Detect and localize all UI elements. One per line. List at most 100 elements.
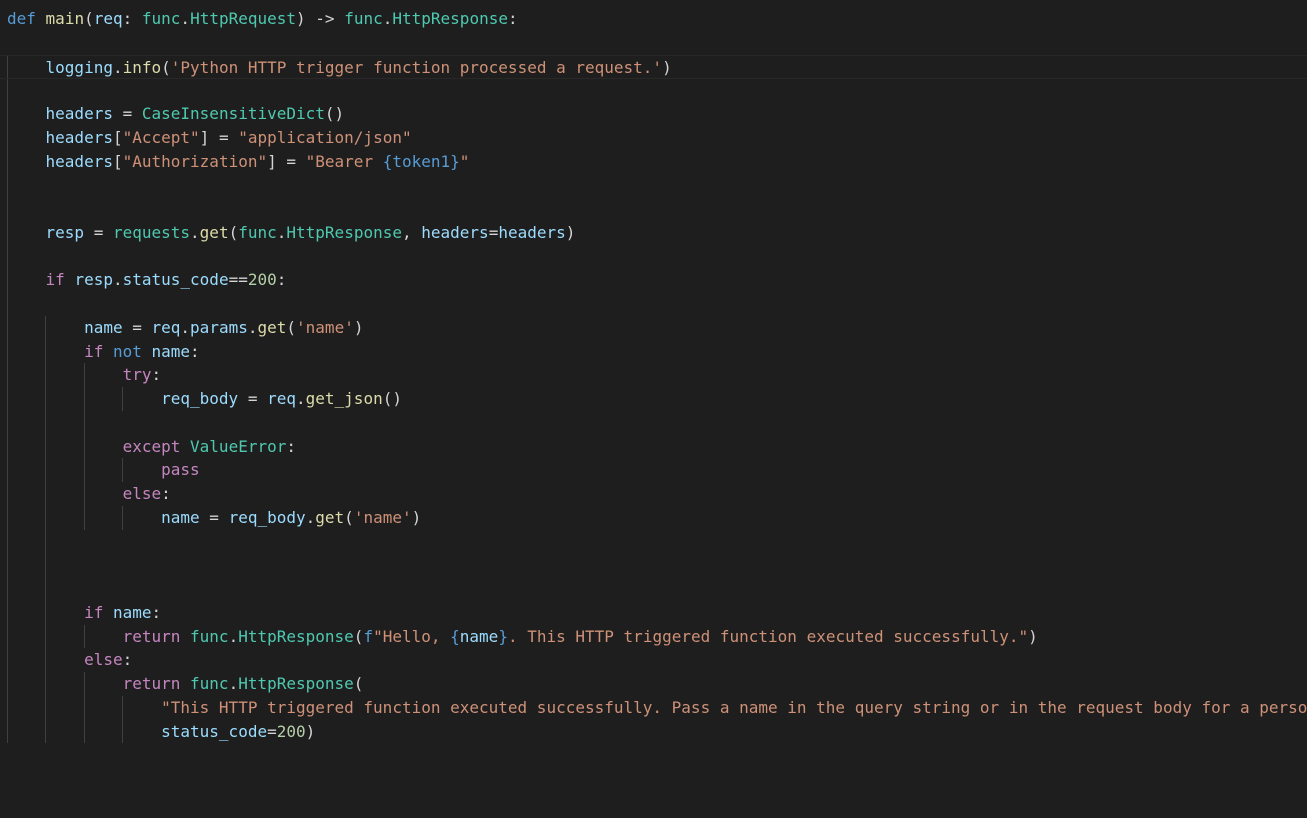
code-token: ) ->: [296, 9, 345, 28]
code-token: ==: [228, 270, 248, 290]
code-line[interactable]: name = req.params.get('name'): [7, 316, 363, 340]
code-editor[interactable]: def main(req: func.HttpRequest) -> func.…: [0, 0, 1307, 818]
code-token: .: [228, 674, 239, 693]
code-token: :: [286, 436, 296, 456]
code-line[interactable]: headers["Accept"] = "application/json": [7, 126, 412, 150]
code-token: except: [122, 436, 181, 456]
code-token: HttpRequest: [190, 9, 297, 28]
code-line[interactable]: if name:: [7, 601, 161, 625]
code-token: return: [122, 626, 181, 646]
code-token: =: [267, 721, 277, 741]
code-line[interactable]: try:: [7, 363, 162, 387]
code-token: .: [180, 9, 191, 28]
code-token: {: [450, 626, 460, 646]
code-token: (: [353, 626, 364, 646]
code-token: ValueError: [190, 436, 287, 456]
code-line[interactable]: resp = requests.get(func.HttpResponse, h…: [7, 221, 576, 245]
code-token: if: [45, 270, 65, 290]
code-line[interactable]: name = req_body.get('name'): [7, 506, 421, 530]
code-token: =: [122, 317, 152, 337]
code-token: "Bearer: [305, 151, 383, 171]
code-token: headers: [421, 222, 489, 242]
code-token: "Hello,: [373, 626, 451, 646]
code-token: ): [1028, 626, 1038, 646]
code-line[interactable]: req_body = req.get_json(): [7, 387, 402, 411]
code-token: (): [382, 389, 402, 408]
code-token: return: [122, 674, 181, 693]
code-line[interactable]: else:: [7, 482, 171, 506]
code-token: :: [122, 650, 133, 670]
code-token: ): [411, 507, 422, 527]
code-token: (: [286, 317, 297, 337]
code-token: if: [84, 341, 104, 361]
code-token: :: [190, 341, 200, 361]
code-token: requests: [112, 222, 191, 242]
code-token: .: [180, 317, 191, 337]
code-token: (: [84, 9, 94, 28]
code-token: :: [151, 365, 162, 385]
code-token: resp: [74, 270, 113, 290]
code-token: =: [199, 507, 229, 527]
code-token: ): [305, 721, 316, 741]
code-token: =: [112, 104, 142, 123]
code-token: get: [257, 317, 287, 337]
code-line[interactable]: status_code=200): [7, 720, 315, 744]
code-token: .: [228, 626, 239, 646]
code-line-current[interactable]: logging.info('Python HTTP trigger functi…: [0, 54, 1307, 79]
code-line[interactable]: "This HTTP triggered function executed s…: [7, 696, 1307, 720]
code-token: pass: [161, 460, 200, 480]
code-token: resp: [45, 222, 85, 242]
code-token: name: [112, 602, 152, 622]
code-token: name: [459, 626, 499, 646]
code-line[interactable]: headers["Authorization"] = "Bearer {toke…: [7, 150, 470, 174]
code-line[interactable]: def main(req: func.HttpRequest) -> func.…: [7, 7, 518, 31]
code-token: get_json: [305, 389, 383, 408]
code-token: headers: [498, 222, 566, 242]
code-line[interactable]: else:: [7, 648, 132, 672]
code-line[interactable]: return func.HttpResponse(: [7, 672, 364, 696]
code-token: get: [315, 507, 345, 527]
code-line[interactable]: headers = CaseInsensitiveDict(): [7, 102, 345, 126]
code-token: ,: [401, 222, 422, 242]
code-token: HttpResponse: [392, 9, 508, 28]
code-token: .: [382, 9, 393, 28]
code-token: HttpResponse: [238, 626, 354, 646]
code-token: ] =: [267, 151, 306, 171]
code-token: "Authorization": [122, 151, 268, 171]
code-line[interactable]: return func.HttpResponse(f"Hello, {name}…: [7, 625, 1038, 649]
code-token: "This HTTP triggered function executed s…: [161, 697, 1307, 717]
code-token: .: [276, 222, 287, 242]
code-token: logging: [45, 57, 113, 77]
code-line[interactable]: if resp.status_code==200:: [7, 268, 287, 292]
code-token: [: [112, 127, 123, 147]
code-token: ): [565, 222, 576, 242]
code-token: CaseInsensitiveDict: [141, 104, 325, 123]
code-token: headers: [45, 151, 113, 171]
code-line[interactable]: except ValueError:: [7, 435, 296, 459]
code-line[interactable]: pass: [7, 458, 200, 482]
code-token: func: [141, 9, 181, 28]
code-token: 'Python HTTP trigger function processed …: [170, 57, 663, 77]
code-token: }: [498, 626, 508, 646]
code-token: HttpResponse: [286, 222, 402, 242]
code-token: 'name': [296, 317, 354, 337]
code-line[interactable]: if not name:: [7, 340, 200, 364]
code-token: req: [93, 9, 123, 28]
code-token: get: [199, 222, 229, 242]
code-token: .: [305, 507, 316, 527]
